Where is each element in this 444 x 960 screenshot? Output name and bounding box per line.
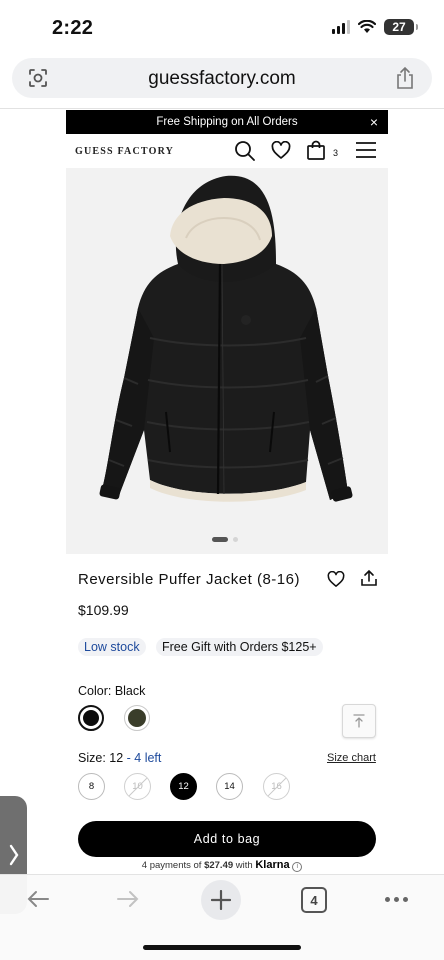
color-swatch-black[interactable] xyxy=(78,705,104,731)
size-label: Size: 12 - 4 left xyxy=(78,751,161,765)
shopping-bag-icon[interactable] xyxy=(306,140,326,160)
home-indicator xyxy=(143,945,301,950)
site-header: GUESS FACTORY 3 xyxy=(66,134,388,168)
klarna-installments[interactable]: 4 payments of $27.49 with Klarna i xyxy=(0,859,444,872)
puffer-jacket-image xyxy=(99,175,353,502)
arrow-up-icon xyxy=(353,714,365,728)
product-title: Reversible Puffer Jacket (8-16) xyxy=(78,571,300,588)
menu-icon[interactable] xyxy=(356,141,376,159)
divider xyxy=(0,108,444,109)
carousel-dot-active[interactable] xyxy=(212,537,228,542)
klarna-prefix: 4 payments of xyxy=(141,860,205,871)
color-label: Color: Black xyxy=(78,684,146,698)
promo-text: Free Shipping on All Orders xyxy=(156,116,298,128)
size-option-14[interactable]: 14 xyxy=(216,773,243,800)
status-bar: 2:22 27 xyxy=(0,0,444,56)
search-icon[interactable] xyxy=(234,140,256,162)
klarna-amount: $27.49 xyxy=(204,860,234,871)
forward-arrow-icon[interactable] xyxy=(116,889,140,909)
site-logo[interactable]: GUESS FACTORY xyxy=(75,146,174,157)
product-image[interactable] xyxy=(66,168,388,554)
new-tab-button[interactable] xyxy=(201,880,241,920)
battery-icon: 27 xyxy=(384,19,418,35)
promo-banner: Free Shipping on All Orders × xyxy=(66,110,388,134)
low-stock-badge: Low stock xyxy=(78,638,146,656)
more-options-icon[interactable] xyxy=(385,897,408,902)
carousel-dot[interactable] xyxy=(233,537,238,542)
close-icon[interactable]: × xyxy=(370,114,378,130)
back-arrow-icon[interactable] xyxy=(26,889,50,909)
size-remaining-text: - 4 left xyxy=(123,751,162,765)
size-selected-label: Size: 12 xyxy=(78,751,124,765)
chevron-right-icon xyxy=(9,844,18,866)
size-option-8[interactable]: 8 xyxy=(78,773,105,800)
status-time: 2:22 xyxy=(52,17,94,39)
wifi-icon xyxy=(358,20,376,33)
add-to-bag-button[interactable]: Add to bag xyxy=(78,821,376,857)
carousel-dots[interactable] xyxy=(212,537,238,542)
wishlist-heart-icon[interactable] xyxy=(271,141,291,160)
free-gift-badge: Free Gift with Orders $125+ xyxy=(156,638,323,656)
size-option-10[interactable]: 10 xyxy=(124,773,151,800)
add-to-wishlist-heart-icon[interactable] xyxy=(327,571,345,588)
url-text[interactable]: guessfactory.com xyxy=(12,68,432,90)
tab-switcher-button[interactable]: 4 xyxy=(301,887,327,913)
status-icons: 27 xyxy=(332,19,418,35)
product-price: $109.99 xyxy=(78,602,129,618)
klarna-middle: with xyxy=(233,860,256,871)
info-icon[interactable]: i xyxy=(292,862,303,872)
address-bar[interactable]: guessfactory.com xyxy=(12,58,432,98)
scroll-to-top-button[interactable] xyxy=(342,704,376,738)
size-option-12[interactable]: 12 xyxy=(170,773,197,800)
size-chart-link[interactable]: Size chart xyxy=(327,752,376,764)
plus-icon xyxy=(211,890,231,910)
bag-count-badge: 3 xyxy=(333,148,339,158)
product-share-icon[interactable] xyxy=(360,569,378,587)
cellular-signal-icon xyxy=(332,20,350,34)
klarna-logo: Klarna xyxy=(255,859,290,871)
share-icon[interactable] xyxy=(394,66,416,90)
color-swatch-olive[interactable] xyxy=(124,705,150,731)
size-option-16[interactable]: 16 xyxy=(263,773,290,800)
